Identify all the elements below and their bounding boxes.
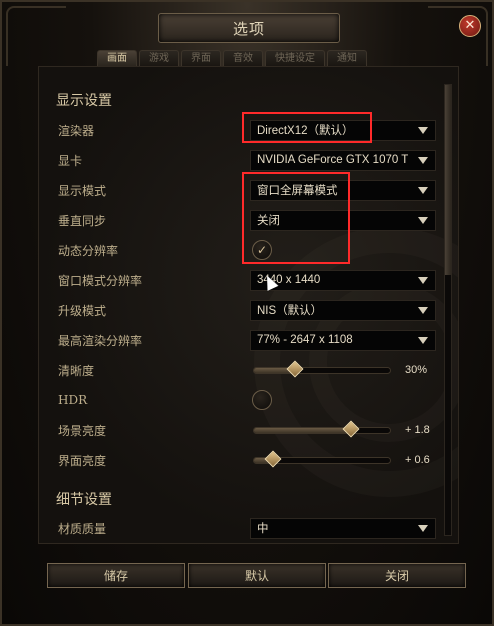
gpu-value: NVIDIA GeForce GTX 1070 T <box>257 154 409 166</box>
settings-tabs: 画面 游戏 界面 音效 快捷设定 通知 <box>97 50 367 66</box>
options-window: 选项 ✕ 画面 游戏 界面 音效 快捷设定 通知 显示设置 渲染器 Direct… <box>0 0 494 626</box>
sharpness-value: 30% <box>405 364 428 376</box>
upscale-mode-label: 升级模式 <box>58 303 107 318</box>
tab-graphics[interactable]: 画面 <box>97 50 137 66</box>
sharpness-label: 清晰度 <box>58 363 95 378</box>
display-mode-label: 显示模式 <box>58 183 107 198</box>
frame-ornament-left <box>6 6 66 66</box>
scrollbar-thumb[interactable] <box>445 85 451 275</box>
sharpness-slider[interactable] <box>253 360 391 377</box>
tab-game[interactable]: 游戏 <box>139 50 179 66</box>
save-button[interactable]: 储存 <box>47 563 185 588</box>
gpu-label: 显卡 <box>58 153 83 168</box>
chevron-down-icon <box>418 186 428 194</box>
setting-hdr: HDR <box>44 387 439 413</box>
scene-brightness-slider-fill <box>254 427 351 433</box>
settings-scrollbar[interactable] <box>444 84 452 536</box>
tab-interface[interactable]: 界面 <box>181 50 221 66</box>
chevron-down-icon <box>418 126 428 134</box>
setting-upscale-mode: 升级模式 NIS（默认） <box>44 297 439 323</box>
setting-window-resolution: 窗口模式分辨率 3440 x 1440 <box>44 267 439 293</box>
frame-ornament-right <box>428 6 488 66</box>
scene-brightness-slider-handle[interactable] <box>342 420 360 437</box>
ui-brightness-value: + 0.6 <box>405 454 430 466</box>
scene-brightness-value: + 1.8 <box>405 424 430 436</box>
gpu-dropdown[interactable]: NVIDIA GeForce GTX 1070 T <box>250 149 436 171</box>
default-button[interactable]: 默认 <box>188 563 326 588</box>
setting-gpu: 显卡 NVIDIA GeForce GTX 1070 T <box>44 147 439 173</box>
section-detail-settings: 细节设置 <box>56 492 112 508</box>
max-render-resolution-label: 最高渲染分辨率 <box>58 333 143 348</box>
tab-keybindings[interactable]: 快捷设定 <box>265 50 325 66</box>
window-title: 选项 <box>232 19 265 38</box>
material-quality-label: 材质质量 <box>58 521 107 536</box>
ui-brightness-slider[interactable] <box>253 450 391 467</box>
material-quality-dropdown[interactable]: 中 <box>250 517 436 539</box>
tab-notifications[interactable]: 通知 <box>327 50 367 66</box>
upscale-mode-value: NIS（默认） <box>257 305 323 317</box>
scene-brightness-slider[interactable] <box>253 420 391 437</box>
window-resolution-label: 窗口模式分辨率 <box>58 273 143 288</box>
setting-sharpness: 清晰度 30% <box>44 357 439 383</box>
close-icon[interactable]: ✕ <box>459 15 481 37</box>
chevron-down-icon <box>418 156 428 164</box>
setting-ui-brightness: 界面亮度 + 0.6 <box>44 447 439 473</box>
window-title-plate: 选项 <box>158 13 340 43</box>
upscale-mode-dropdown[interactable]: NIS（默认） <box>250 299 436 321</box>
setting-scene-brightness: 场景亮度 + 1.8 <box>44 417 439 443</box>
annotation-box-display-options <box>242 172 350 264</box>
section-display-settings: 显示设置 <box>56 93 112 109</box>
chevron-down-icon <box>418 524 428 532</box>
material-quality-value: 中 <box>257 523 269 535</box>
ui-brightness-slider-handle[interactable] <box>264 450 282 467</box>
vsync-label: 垂直同步 <box>58 213 107 228</box>
annotation-box-renderer <box>242 112 372 143</box>
setting-material-quality: 材质质量 中 <box>44 515 439 541</box>
chevron-down-icon <box>418 216 428 224</box>
setting-max-render-resolution: 最高渲染分辨率 77% - 2647 x 1108 <box>44 327 439 353</box>
window-resolution-dropdown[interactable]: 3440 x 1440 <box>250 269 436 291</box>
chevron-down-icon <box>418 276 428 284</box>
scene-brightness-label: 场景亮度 <box>58 423 107 438</box>
hdr-checkbox[interactable] <box>252 390 272 410</box>
renderer-label: 渲染器 <box>58 123 95 138</box>
sharpness-slider-handle[interactable] <box>286 360 304 377</box>
hdr-label: HDR <box>58 393 88 407</box>
ui-brightness-label: 界面亮度 <box>58 453 107 468</box>
close-button[interactable]: 关闭 <box>328 563 466 588</box>
tab-audio[interactable]: 音效 <box>223 50 263 66</box>
dynamic-resolution-label: 动态分辨率 <box>58 243 119 258</box>
max-render-resolution-dropdown[interactable]: 77% - 2647 x 1108 <box>250 329 436 351</box>
chevron-down-icon <box>418 336 428 344</box>
max-render-resolution-value: 77% - 2647 x 1108 <box>257 334 353 346</box>
chevron-down-icon <box>418 306 428 314</box>
